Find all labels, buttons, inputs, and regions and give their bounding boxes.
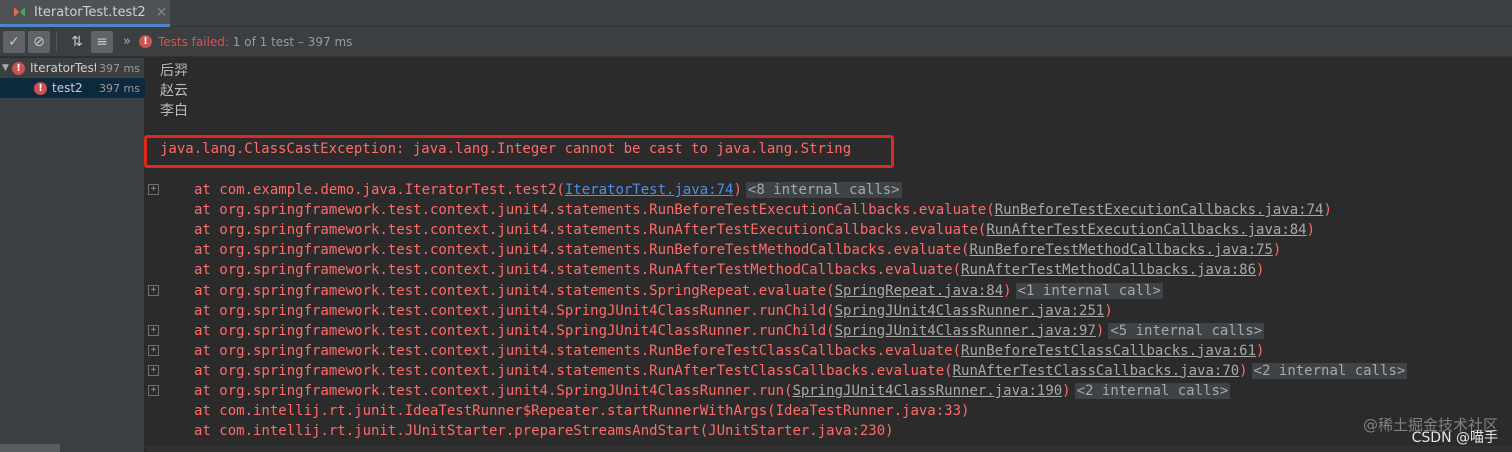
stack-frame-text: at org.springframework.test.context.juni… — [194, 262, 962, 279]
fold-toggle-icon[interactable]: + — [148, 184, 159, 195]
sort-alpha-icon: ⇅ — [71, 33, 83, 50]
source-link[interactable]: RunBeforeTestClassCallbacks.java:61 — [961, 343, 1256, 359]
stack-frame: at org.springframework.test.context.juni… — [194, 301, 1113, 321]
stack-frame-text: at com.intellij.rt.junit.JUnitStarter.pr… — [194, 423, 894, 440]
console-output[interactable]: 后羿 赵云 李白 java.lang.ClassCastException: j… — [144, 58, 1512, 452]
stack-frame-suffix: ) — [1104, 302, 1113, 319]
stack-frame-text: at org.springframework.test.context.juni… — [194, 362, 953, 379]
internal-calls-badge[interactable]: <2 internal calls> — [1251, 362, 1408, 379]
source-link[interactable]: SpringRepeat.java:84 — [835, 283, 1004, 299]
fold-toggle-icon[interactable]: + — [148, 324, 159, 336]
stack-frame: at org.springframework.test.context.juni… — [194, 361, 1408, 381]
internal-calls-badge[interactable]: <2 internal calls> — [1074, 383, 1231, 399]
test-status: Tests failed: 1 of 1 test – 397 ms — [158, 35, 352, 49]
stack-frame-suffix: ) — [1323, 202, 1332, 219]
toolbar-divider — [56, 31, 57, 52]
internal-calls-badge[interactable]: <5 internal calls> — [1108, 322, 1265, 339]
stack-frame-suffix: ) — [1256, 342, 1265, 359]
status-summary: 1 of 1 test – 397 ms — [228, 34, 353, 49]
stack-frame: at com.intellij.rt.junit.IdeaTestRunner$… — [194, 401, 969, 421]
source-link[interactable]: SpringJUnit4ClassRunner.java:251 — [835, 303, 1105, 319]
output-line: 后羿 — [160, 63, 188, 79]
stack-frame: at org.springframework.test.context.juni… — [194, 220, 1315, 240]
test-runner-toolbar: ✓ ⊘ ⇅ ≡ » ! Tests failed: 1 of 1 test – … — [0, 27, 1512, 57]
status-failed-label: Tests failed: — [157, 34, 229, 49]
exception-message: java.lang.ClassCastException: java.lang.… — [160, 141, 852, 157]
sort-duration-icon: ≡ — [96, 33, 108, 50]
close-icon[interactable]: × — [156, 4, 168, 20]
sort-alphabetically-button[interactable]: ⇅ — [66, 31, 88, 53]
stack-frame-text: at com.intellij.rt.junit.IdeaTestRunner$… — [194, 403, 970, 420]
tree-item-test2[interactable]: ! test2 397 ms — [0, 78, 145, 98]
source-link[interactable]: RunBeforeTestMethodCallbacks.java:75 — [969, 242, 1272, 258]
stack-frame-text: at com.example.demo.java.IteratorTest.te… — [194, 182, 565, 198]
stack-frame-text: at org.springframework.test.context.juni… — [194, 222, 987, 239]
tree-item-label: IteratorTest — [30, 61, 96, 75]
error-icon: ! — [138, 35, 152, 48]
stack-frame: at org.springframework.test.context.juni… — [194, 200, 1332, 220]
stack-frame-suffix: ) — [1256, 262, 1265, 279]
expand-arrow-icon[interactable]: ▼ — [2, 63, 12, 73]
tree-item-time: 397 ms — [99, 61, 140, 75]
stack-frame: at org.springframework.test.context.juni… — [194, 240, 1281, 260]
tree-item-time: 397 ms — [99, 81, 140, 95]
test-tree: ▼ ! IteratorTest 397 ms ! test2 397 ms — [0, 58, 145, 452]
sort-by-duration-button[interactable]: ≡ — [91, 30, 113, 53]
tree-scrollbar[interactable] — [0, 444, 60, 452]
fold-toggle-icon[interactable]: + — [148, 385, 159, 396]
stack-frame: at org.springframework.test.context.juni… — [194, 341, 1264, 361]
show-passed-button[interactable]: ✓ — [3, 30, 25, 53]
stack-frame-text: at org.springframework.test.context.juni… — [194, 202, 995, 219]
source-link[interactable]: SpringJUnit4ClassRunner.java:97 — [835, 323, 1096, 339]
source-link[interactable]: RunAfterTestClassCallbacks.java:70 — [953, 363, 1240, 379]
check-icon: ✓ — [8, 33, 20, 50]
internal-calls-badge[interactable]: <8 internal calls> — [745, 182, 902, 198]
internal-calls-badge[interactable]: <1 internal call> — [1015, 282, 1163, 299]
editor-tab-bar: IteratorTest.test2 × — [0, 0, 1512, 27]
stack-frame-suffix: ) — [1062, 383, 1071, 399]
stack-frame: at org.springframework.test.context.juni… — [194, 281, 1163, 301]
source-link[interactable]: RunAfterTestExecutionCallbacks.java:84 — [986, 222, 1306, 238]
run-config-icon — [14, 6, 26, 18]
error-icon: ! — [12, 61, 25, 75]
stack-frame-suffix: ) — [1003, 282, 1012, 299]
stack-frame: at org.springframework.test.context.juni… — [194, 321, 1265, 341]
tab-title: IteratorTest.test2 — [34, 4, 146, 20]
stack-frame-suffix: ) — [1272, 242, 1282, 259]
source-link[interactable]: SpringJUnit4ClassRunner.java:190 — [792, 383, 1062, 399]
tab-iterator-test[interactable]: IteratorTest.test2 × — [0, 0, 170, 27]
watermark-credit: CSDN @喵手 — [1411, 430, 1498, 446]
tree-item-iteratortest[interactable]: ▼ ! IteratorTest 397 ms — [0, 58, 145, 78]
fold-toggle-icon[interactable]: + — [148, 284, 159, 296]
error-icon: ! — [34, 81, 47, 95]
stack-frame-text: at org.springframework.test.context.juni… — [194, 342, 962, 359]
stack-frame-suffix: ) — [1306, 222, 1316, 239]
stack-frame-text: at org.springframework.test.context.juni… — [194, 242, 970, 259]
stack-frame: at com.intellij.rt.junit.JUnitStarter.pr… — [194, 421, 894, 441]
fold-toggle-icon[interactable]: + — [148, 344, 159, 356]
stack-frame-suffix: ) — [1095, 322, 1105, 339]
tree-item-label: test2 — [52, 81, 83, 95]
source-link[interactable]: IteratorTest.java:74 — [565, 182, 734, 198]
stack-frame-suffix: ) — [733, 182, 742, 198]
stack-frame-text: at org.springframework.test.context.juni… — [194, 302, 835, 319]
stack-frame-text: at org.springframework.test.context.juni… — [194, 282, 835, 299]
more-actions-icon[interactable]: » — [123, 34, 131, 49]
stack-frame-text: at org.springframework.test.context.juni… — [194, 322, 835, 339]
show-ignored-button[interactable]: ⊘ — [28, 30, 50, 53]
output-line: 李白 — [160, 103, 188, 119]
stack-frame-text: at org.springframework.test.context.juni… — [194, 383, 793, 399]
source-link[interactable]: RunAfterTestMethodCallbacks.java:86 — [961, 262, 1256, 278]
stack-frame: at org.springframework.test.context.juni… — [194, 260, 1264, 280]
stack-frame: at com.example.demo.java.IteratorTest.te… — [194, 180, 902, 200]
stack-frame: at org.springframework.test.context.juni… — [194, 381, 1231, 401]
fold-toggle-icon[interactable]: + — [148, 364, 159, 376]
output-line: 赵云 — [160, 83, 188, 99]
source-link[interactable]: RunBeforeTestExecutionCallbacks.java:74 — [995, 202, 1324, 218]
stack-frame-suffix: ) — [1239, 362, 1248, 379]
ignored-icon: ⊘ — [33, 33, 45, 50]
console-horizontal-scrollbar[interactable] — [146, 446, 1512, 452]
